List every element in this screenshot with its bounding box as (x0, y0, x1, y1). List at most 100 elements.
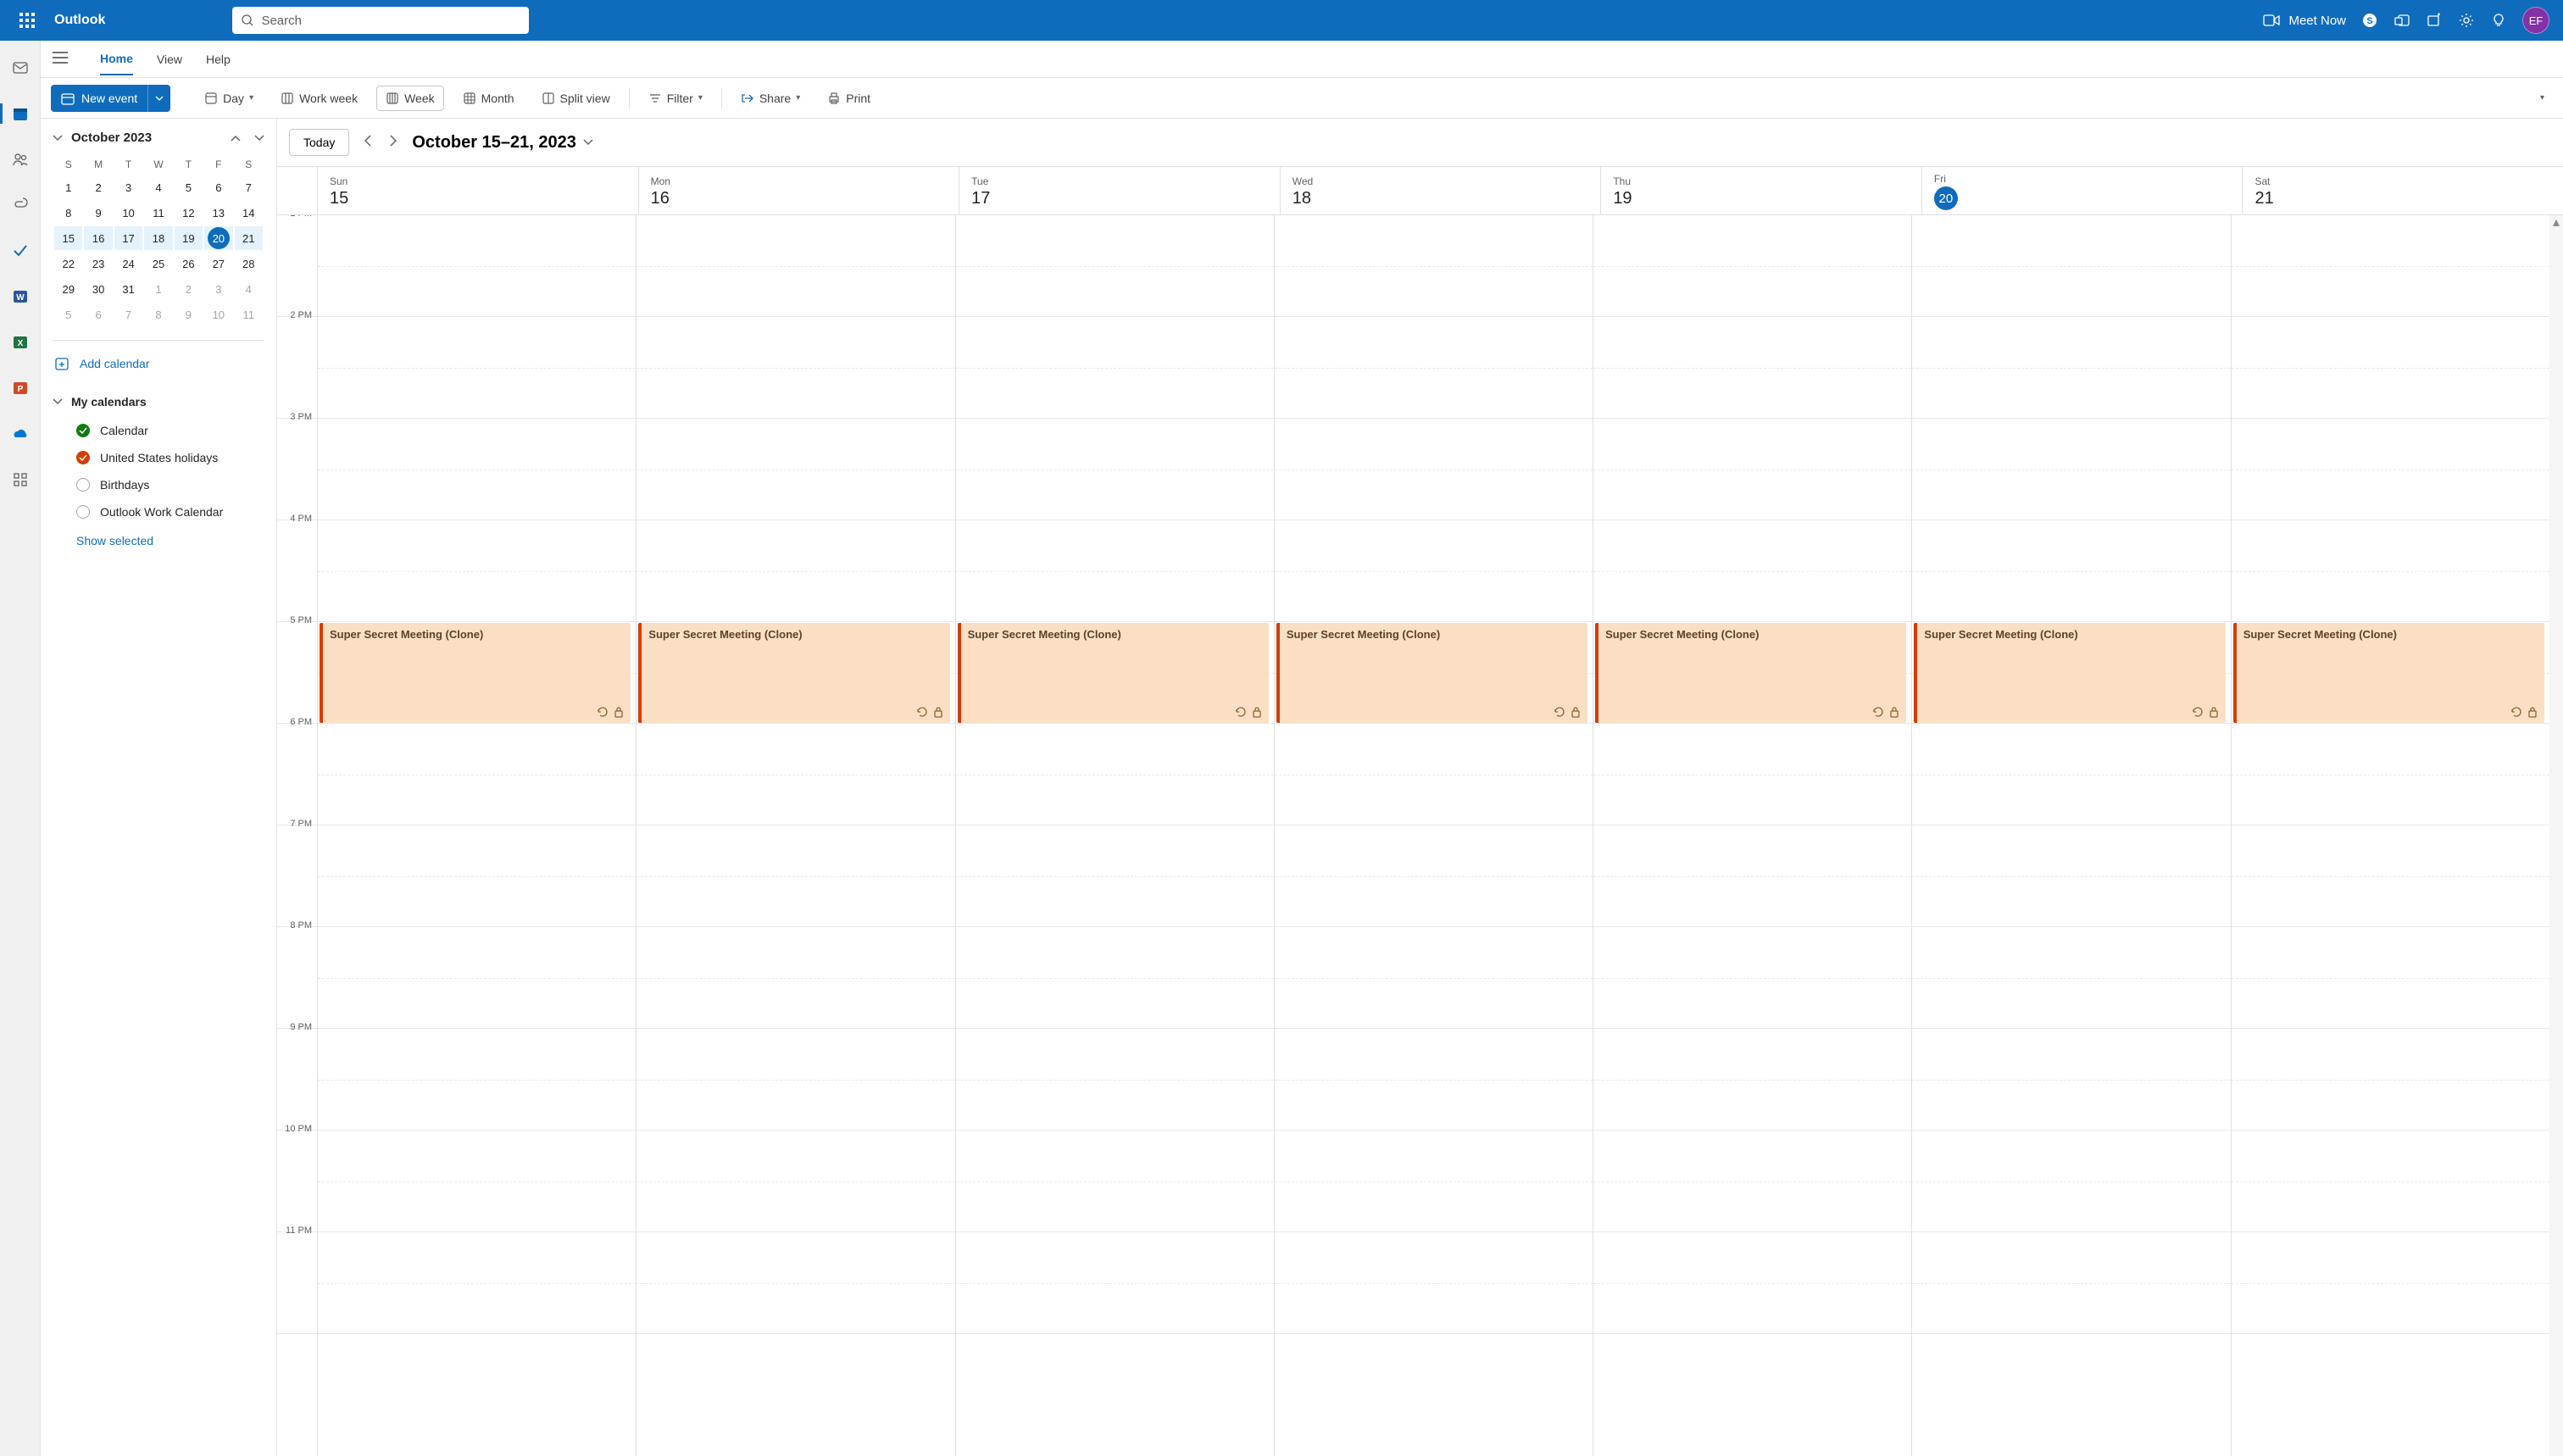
search-input[interactable]: Search (232, 7, 529, 34)
calendar-event[interactable]: Super Secret Meeting (Clone) (638, 623, 949, 723)
rail-todo-icon[interactable] (0, 237, 41, 264)
today-button[interactable]: Today (289, 129, 349, 156)
scroll-up-icon[interactable]: ▴ (2549, 215, 2563, 229)
mini-cal-day[interactable]: 26 (177, 253, 199, 275)
mini-cal-day[interactable]: 5 (177, 176, 199, 198)
next-week-icon[interactable] (386, 131, 400, 154)
calendar-item[interactable]: Calendar (53, 417, 264, 444)
teams-icon[interactable] (2393, 12, 2410, 29)
ribbon-expand-icon[interactable]: ▾ (2532, 88, 2553, 108)
mini-cal-day[interactable]: 4 (147, 176, 170, 198)
view-work-week-button[interactable]: Work week (272, 86, 366, 110)
month-up-icon[interactable] (231, 131, 241, 145)
my-calendars-header[interactable]: My calendars (53, 395, 264, 408)
rail-mail-icon[interactable] (0, 54, 41, 81)
app-launcher-icon[interactable] (7, 0, 47, 41)
mini-cal-day[interactable]: 11 (147, 202, 170, 224)
rail-powerpoint-icon[interactable]: P (0, 375, 41, 402)
print-button[interactable]: Print (819, 86, 879, 110)
new-event-button[interactable]: New event (51, 85, 170, 112)
day-column[interactable]: Super Secret Meeting (Clone) (1593, 215, 1912, 1456)
mini-cal-day[interactable]: 2 (87, 176, 109, 198)
rail-calendar-icon[interactable] (0, 100, 41, 127)
mini-cal-day[interactable]: 28 (237, 253, 259, 275)
mini-cal-day[interactable]: 7 (237, 176, 259, 198)
mini-cal-day[interactable]: 24 (118, 253, 140, 275)
mini-cal-day[interactable]: 9 (87, 202, 109, 224)
mini-cal-day[interactable]: 13 (208, 202, 230, 224)
skype-icon[interactable]: S (2361, 12, 2378, 29)
calendar-event[interactable]: Super Secret Meeting (Clone) (1595, 623, 1906, 723)
calendar-event[interactable]: Super Secret Meeting (Clone) (1914, 623, 2225, 723)
mini-cal-day[interactable]: 3 (118, 176, 140, 198)
mini-cal-day[interactable]: 8 (58, 202, 80, 224)
tab-home[interactable]: Home (100, 43, 133, 75)
day-header[interactable]: Fri20 (1922, 167, 2243, 214)
rail-excel-icon[interactable]: X (0, 329, 41, 356)
rail-onedrive-icon[interactable] (0, 420, 41, 447)
rail-people-icon[interactable] (0, 146, 41, 173)
mini-cal-day[interactable]: 16 (87, 227, 109, 249)
avatar[interactable]: EF (2522, 7, 2549, 34)
day-header[interactable]: Thu19 (1601, 167, 1922, 214)
mini-cal-day[interactable]: 19 (177, 227, 199, 249)
calendar-checkbox[interactable] (76, 478, 90, 492)
view-month-button[interactable]: Month (454, 86, 523, 110)
day-header[interactable]: Tue17 (959, 167, 1281, 214)
mini-cal-day[interactable]: 29 (58, 278, 80, 300)
mini-cal-day[interactable]: 30 (87, 278, 109, 300)
mini-cal-day[interactable]: 3 (208, 278, 230, 300)
mini-cal-day[interactable]: 15 (58, 227, 80, 249)
day-header[interactable]: Wed18 (1281, 167, 1602, 214)
show-selected-link[interactable]: Show selected (53, 525, 264, 547)
mini-cal-day[interactable]: 25 (147, 253, 170, 275)
day-header[interactable]: Sun15 (318, 167, 639, 214)
mini-cal-day[interactable]: 6 (208, 176, 230, 198)
share-button[interactable]: Share ▾ (732, 86, 809, 110)
new-event-dropdown[interactable] (147, 85, 170, 112)
calendar-event[interactable]: Super Secret Meeting (Clone) (2233, 623, 2544, 723)
nav-toggle-icon[interactable] (53, 52, 68, 66)
mini-cal-day[interactable]: 5 (58, 303, 80, 325)
meet-now-button[interactable]: Meet Now (2263, 14, 2346, 28)
mini-cal-day[interactable]: 12 (177, 202, 199, 224)
calendar-item[interactable]: United States holidays (53, 444, 264, 471)
tab-help[interactable]: Help (206, 44, 231, 75)
calendar-event[interactable]: Super Secret Meeting (Clone) (1276, 623, 1587, 723)
add-calendar-button[interactable]: Add calendar (53, 353, 264, 375)
mini-cal-day[interactable]: 27 (208, 253, 230, 275)
mini-cal-day[interactable]: 1 (58, 176, 80, 198)
mini-cal-day[interactable]: 22 (58, 253, 80, 275)
view-week-button[interactable]: Week (376, 86, 444, 111)
rail-more-apps-icon[interactable] (0, 466, 41, 493)
mini-cal-day[interactable]: 21 (237, 227, 259, 249)
mini-cal-day[interactable]: 18 (147, 227, 170, 249)
chevron-down-icon[interactable] (53, 131, 63, 145)
day-header[interactable]: Mon16 (639, 167, 960, 214)
mini-cal-day[interactable]: 31 (118, 278, 140, 300)
mini-cal-day[interactable]: 1 (147, 278, 170, 300)
day-column[interactable]: Super Secret Meeting (Clone) (637, 215, 955, 1456)
tips-icon[interactable] (2490, 12, 2507, 29)
filter-button[interactable]: Filter ▾ (640, 86, 711, 110)
mini-cal-day[interactable]: 20 (208, 227, 230, 249)
rail-files-icon[interactable] (0, 192, 41, 219)
mini-cal-day[interactable]: 11 (237, 303, 259, 325)
settings-icon[interactable] (2458, 12, 2475, 29)
prev-week-icon[interactable] (361, 131, 375, 154)
mini-cal-day[interactable]: 4 (237, 278, 259, 300)
mini-cal-day[interactable]: 6 (87, 303, 109, 325)
tab-view[interactable]: View (157, 44, 182, 75)
calendar-event[interactable]: Super Secret Meeting (Clone) (320, 623, 631, 723)
split-view-button[interactable]: Split view (533, 86, 619, 110)
month-down-icon[interactable] (254, 131, 264, 145)
day-column[interactable]: Super Secret Meeting (Clone) (1275, 215, 1593, 1456)
view-day-button[interactable]: Day ▾ (196, 86, 262, 110)
scrollbar[interactable]: ▴ (2549, 215, 2563, 1456)
calendar-item[interactable]: Outlook Work Calendar (53, 498, 264, 525)
day-column[interactable]: Super Secret Meeting (Clone) (956, 215, 1275, 1456)
day-column[interactable]: Super Secret Meeting (Clone) (2232, 215, 2549, 1456)
rail-word-icon[interactable]: W (0, 283, 41, 310)
mini-cal-day[interactable]: 10 (118, 202, 140, 224)
calendar-checkbox[interactable] (76, 505, 90, 519)
